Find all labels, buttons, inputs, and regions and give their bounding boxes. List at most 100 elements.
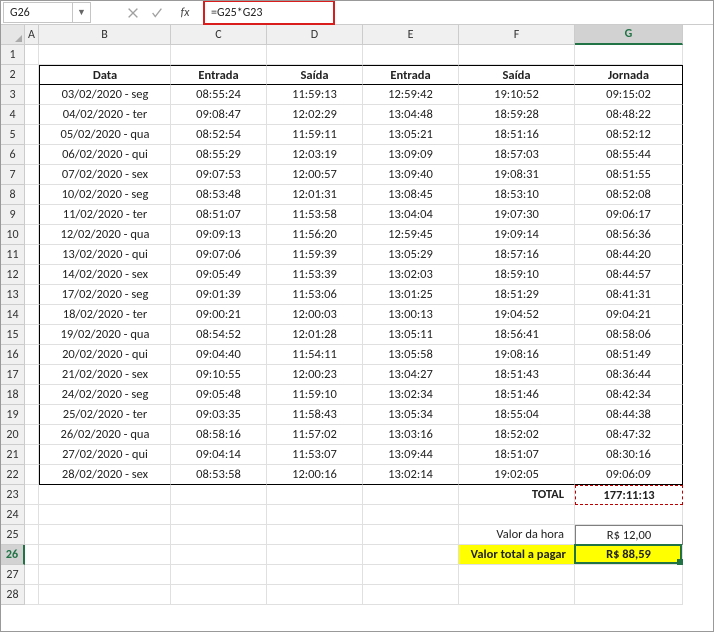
fx-icon[interactable]: fx bbox=[175, 4, 195, 22]
data-cell[interactable]: 24/02/2020 - seg bbox=[39, 385, 171, 405]
name-box[interactable]: G26 ▼ bbox=[3, 2, 91, 23]
empty-cell[interactable] bbox=[39, 565, 171, 585]
empty-cell[interactable] bbox=[25, 585, 39, 605]
data-cell[interactable]: 12:02:29 bbox=[267, 105, 363, 125]
row-header-1[interactable]: 1 bbox=[1, 45, 25, 65]
data-cell[interactable]: 13:02:14 bbox=[363, 465, 459, 485]
empty-cell[interactable] bbox=[363, 585, 459, 605]
empty-cell[interactable] bbox=[25, 505, 39, 525]
empty-cell[interactable] bbox=[171, 45, 267, 65]
data-cell[interactable]: 25/02/2020 - ter bbox=[39, 405, 171, 425]
empty-cell[interactable] bbox=[25, 365, 39, 385]
data-cell[interactable]: 08:42:34 bbox=[575, 385, 683, 405]
formula-input[interactable]: =G25*G23 bbox=[205, 6, 262, 20]
row-header-8[interactable]: 8 bbox=[1, 185, 25, 205]
empty-cell[interactable] bbox=[171, 545, 267, 565]
data-cell[interactable]: 09:04:21 bbox=[575, 305, 683, 325]
data-cell[interactable]: 08:47:32 bbox=[575, 425, 683, 445]
empty-cell[interactable] bbox=[267, 585, 363, 605]
data-cell[interactable]: 09:05:48 bbox=[171, 385, 267, 405]
data-cell[interactable]: 08:51:07 bbox=[171, 205, 267, 225]
row-header-7[interactable]: 7 bbox=[1, 165, 25, 185]
data-cell[interactable]: 11:59:11 bbox=[267, 125, 363, 145]
empty-cell[interactable] bbox=[25, 145, 39, 165]
data-cell[interactable]: 13:04:48 bbox=[363, 105, 459, 125]
empty-cell[interactable] bbox=[39, 505, 171, 525]
empty-cell[interactable] bbox=[363, 565, 459, 585]
data-cell[interactable]: 08:52:54 bbox=[171, 125, 267, 145]
data-cell[interactable]: 19:09:14 bbox=[459, 225, 575, 245]
empty-cell[interactable] bbox=[25, 405, 39, 425]
empty-cell[interactable] bbox=[171, 565, 267, 585]
row-header-11[interactable]: 11 bbox=[1, 245, 25, 265]
empty-cell[interactable] bbox=[25, 425, 39, 445]
data-cell[interactable]: 19:02:05 bbox=[459, 465, 575, 485]
row-header-9[interactable]: 9 bbox=[1, 205, 25, 225]
chevron-down-icon[interactable]: ▼ bbox=[72, 3, 90, 22]
data-cell[interactable]: 18:56:41 bbox=[459, 325, 575, 345]
data-cell[interactable]: 08:55:44 bbox=[575, 145, 683, 165]
row-header-24[interactable]: 24 bbox=[1, 505, 25, 525]
data-cell[interactable]: 09:15:02 bbox=[575, 85, 683, 105]
data-cell[interactable]: 12/02/2020 - qua bbox=[39, 225, 171, 245]
empty-cell[interactable] bbox=[25, 245, 39, 265]
empty-cell[interactable] bbox=[25, 305, 39, 325]
data-cell[interactable]: 14/02/2020 - sex bbox=[39, 265, 171, 285]
empty-cell[interactable] bbox=[459, 565, 575, 585]
col-header-C[interactable]: C bbox=[171, 25, 267, 45]
row-header-2[interactable]: 2 bbox=[1, 65, 25, 85]
data-cell[interactable]: 18:51:07 bbox=[459, 445, 575, 465]
empty-cell[interactable] bbox=[267, 545, 363, 565]
col-header-F[interactable]: F bbox=[459, 25, 575, 45]
data-cell[interactable]: 12:00:23 bbox=[267, 365, 363, 385]
data-cell[interactable]: 18:59:28 bbox=[459, 105, 575, 125]
empty-cell[interactable] bbox=[25, 205, 39, 225]
empty-cell[interactable] bbox=[171, 525, 267, 545]
data-cell[interactable]: 09:04:14 bbox=[171, 445, 267, 465]
data-cell[interactable]: 13:05:21 bbox=[363, 125, 459, 145]
data-cell[interactable]: 18/02/2020 - ter bbox=[39, 305, 171, 325]
empty-cell[interactable] bbox=[25, 85, 39, 105]
data-cell[interactable]: 18:51:43 bbox=[459, 365, 575, 385]
data-cell[interactable]: 13:09:09 bbox=[363, 145, 459, 165]
col-header-B[interactable]: B bbox=[39, 25, 171, 45]
empty-cell[interactable] bbox=[25, 325, 39, 345]
data-cell[interactable]: 08:56:36 bbox=[575, 225, 683, 245]
data-cell[interactable]: 08:51:55 bbox=[575, 165, 683, 185]
data-cell[interactable]: 08:58:16 bbox=[171, 425, 267, 445]
empty-cell[interactable] bbox=[575, 565, 683, 585]
enter-icon[interactable] bbox=[147, 4, 167, 22]
empty-cell[interactable] bbox=[39, 45, 171, 65]
empty-cell[interactable] bbox=[459, 505, 575, 525]
data-cell[interactable]: 13:01:25 bbox=[363, 285, 459, 305]
data-cell[interactable]: 08:44:57 bbox=[575, 265, 683, 285]
empty-cell[interactable] bbox=[267, 505, 363, 525]
empty-cell[interactable] bbox=[25, 45, 39, 65]
row-header-21[interactable]: 21 bbox=[1, 445, 25, 465]
row-header-19[interactable]: 19 bbox=[1, 405, 25, 425]
data-cell[interactable]: 09:07:53 bbox=[171, 165, 267, 185]
empty-cell[interactable] bbox=[25, 385, 39, 405]
empty-cell[interactable] bbox=[171, 585, 267, 605]
data-cell[interactable]: 08:51:49 bbox=[575, 345, 683, 365]
empty-cell[interactable] bbox=[25, 485, 39, 505]
empty-cell[interactable] bbox=[25, 125, 39, 145]
total-value[interactable]: 177:11:13 bbox=[575, 485, 683, 505]
empty-cell[interactable] bbox=[25, 285, 39, 305]
data-cell[interactable]: 09:03:35 bbox=[171, 405, 267, 425]
row-header-18[interactable]: 18 bbox=[1, 385, 25, 405]
data-cell[interactable]: 09:10:55 bbox=[171, 365, 267, 385]
data-cell[interactable]: 12:01:28 bbox=[267, 325, 363, 345]
row-header-12[interactable]: 12 bbox=[1, 265, 25, 285]
empty-cell[interactable] bbox=[39, 545, 171, 565]
data-cell[interactable]: 18:59:10 bbox=[459, 265, 575, 285]
data-cell[interactable]: 12:00:57 bbox=[267, 165, 363, 185]
data-cell[interactable]: 12:59:45 bbox=[363, 225, 459, 245]
data-cell[interactable]: 19:04:52 bbox=[459, 305, 575, 325]
pay-value[interactable]: R$ 88,59 bbox=[575, 545, 683, 565]
data-cell[interactable]: 19/02/2020 - qua bbox=[39, 325, 171, 345]
data-cell[interactable]: 18:55:04 bbox=[459, 405, 575, 425]
table-header[interactable]: Data bbox=[39, 65, 171, 85]
row-header-15[interactable]: 15 bbox=[1, 325, 25, 345]
empty-cell[interactable] bbox=[39, 585, 171, 605]
